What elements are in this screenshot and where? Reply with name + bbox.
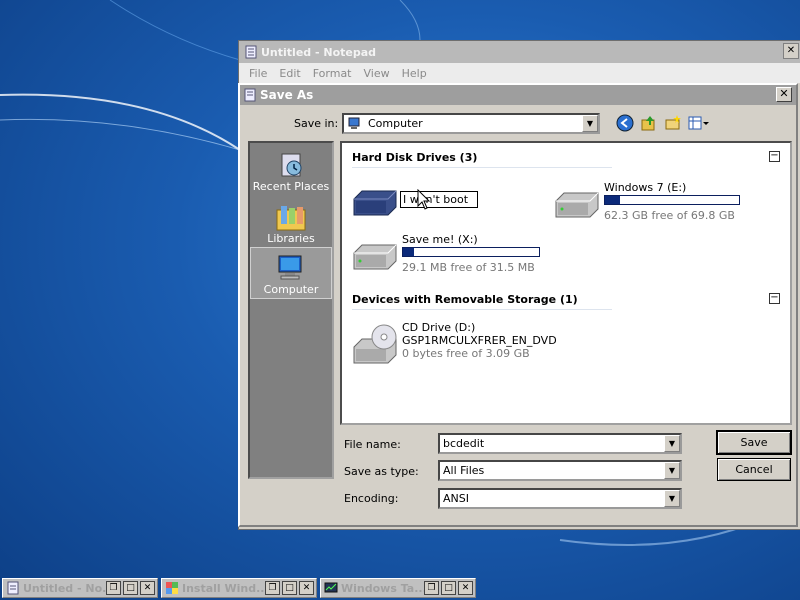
save-type-select[interactable]: All Files ▼: [438, 460, 682, 481]
drive-name: Windows 7 (E:): [604, 181, 687, 194]
hard-drive-icon: [353, 244, 397, 270]
menu-help[interactable]: Help: [396, 67, 433, 80]
drive-free-space: 0 bytes free of 3.09 GB: [402, 347, 530, 360]
chevron-down-icon[interactable]: ▼: [582, 115, 598, 132]
close-icon[interactable]: ✕: [140, 581, 155, 595]
close-icon[interactable]: ✕: [299, 581, 314, 595]
installer-icon: [166, 582, 178, 594]
notepad-icon: [245, 45, 257, 59]
chevron-down-icon[interactable]: ▼: [664, 435, 680, 452]
notepad-icon: [244, 88, 256, 102]
drive-name: Save me! (X:): [402, 233, 478, 246]
drive-free-space: 62.3 GB free of 69.8 GB: [604, 209, 735, 222]
menu-view[interactable]: View: [358, 67, 396, 80]
save-in-combo[interactable]: Computer ▼: [342, 113, 600, 134]
drive-item-windows7[interactable]: Windows 7 (E:) 62.3 GB free of 69.8 GB: [552, 179, 782, 223]
collapse-hdd-button[interactable]: −: [769, 151, 780, 162]
file-list-view[interactable]: Hard Disk Drives (3) − I won't boot Wind…: [340, 141, 792, 425]
taskbar-item-task-manager[interactable]: Windows Ta... ❐ □ ✕: [320, 578, 476, 598]
hard-drive-icon: [555, 192, 599, 218]
drive-item-renaming[interactable]: I won't boot: [350, 187, 550, 223]
save-in-label: Save in:: [294, 117, 339, 130]
notepad-titlebar[interactable]: Untitled - Notepad: [239, 41, 800, 63]
save-as-dialog: Save As ✕ Save in: Computer ▼ Recent Pla…: [238, 83, 798, 527]
save-button[interactable]: Save: [716, 430, 792, 455]
computer-small-icon: [348, 117, 360, 129]
cancel-button[interactable]: Cancel: [717, 458, 791, 481]
taskbar-label: Untitled - No...: [23, 581, 106, 595]
encoding-label: Encoding:: [344, 492, 399, 505]
recent-places-icon: [281, 153, 302, 177]
places-bar: Recent Places Libraries Computer: [248, 141, 334, 479]
disc-label: GSP1RMCULXFRER_EN_DVD: [402, 334, 557, 347]
maximize-icon[interactable]: □: [282, 581, 297, 595]
restore-icon[interactable]: ❐: [265, 581, 280, 595]
notepad-title: Untitled - Notepad: [261, 45, 377, 59]
drive-name: CD Drive (D:): [402, 321, 476, 334]
collapse-removable-button[interactable]: −: [769, 293, 780, 304]
restore-icon[interactable]: ❐: [424, 581, 439, 595]
new-folder-icon[interactable]: [664, 114, 682, 132]
dialog-titlebar[interactable]: Save As: [240, 85, 796, 105]
encoding-select[interactable]: ANSI ▼: [438, 488, 682, 509]
view-menu-icon[interactable]: [688, 114, 710, 132]
chevron-down-icon[interactable]: ▼: [664, 490, 680, 507]
drive-item-save-me[interactable]: Save me! (X:) 29.1 MB free of 31.5 MB: [350, 233, 580, 277]
maximize-icon[interactable]: □: [123, 581, 138, 595]
place-label: Computer: [263, 283, 319, 296]
place-label: Libraries: [267, 232, 315, 245]
file-name-field[interactable]: bcdedit ▼: [438, 433, 682, 454]
chevron-down-icon[interactable]: ▼: [664, 462, 680, 479]
task-manager-icon: [324, 582, 338, 593]
notepad-menubar: File Edit Format View Help: [239, 63, 800, 83]
taskbar-item-notepad[interactable]: Untitled - No... ❐ □ ✕: [2, 578, 158, 598]
dialog-toolbar: [616, 114, 710, 132]
menu-format[interactable]: Format: [307, 67, 358, 80]
notepad-close-button[interactable]: ✕: [783, 43, 799, 59]
cd-drive-icon: [353, 324, 397, 364]
group-divider: [352, 167, 612, 168]
drive-usage-bar: [402, 247, 540, 257]
save-type-value: All Files: [443, 464, 485, 477]
save-in-value: Computer: [368, 117, 423, 130]
drive-item-cd[interactable]: CD Drive (D:) GSP1RMCULXFRER_EN_DVD 0 by…: [350, 321, 580, 367]
back-icon[interactable]: [616, 114, 634, 132]
taskbar-item-installer[interactable]: Install Wind... ❐ □ ✕: [161, 578, 317, 598]
place-computer[interactable]: Computer: [250, 247, 332, 299]
close-icon[interactable]: ✕: [458, 581, 473, 595]
dialog-close-button[interactable]: ✕: [776, 87, 792, 102]
menu-file[interactable]: File: [243, 67, 273, 80]
maximize-icon[interactable]: □: [441, 581, 456, 595]
taskbar-label: Windows Ta...: [341, 581, 424, 595]
encoding-value: ANSI: [443, 492, 469, 505]
group-header-hdd[interactable]: Hard Disk Drives (3): [352, 151, 477, 164]
place-libraries[interactable]: Libraries: [250, 195, 332, 247]
place-recent-places[interactable]: Recent Places: [250, 143, 332, 195]
group-header-removable[interactable]: Devices with Removable Storage (1): [352, 293, 578, 306]
mouse-cursor-icon: [417, 189, 431, 210]
save-type-label: Save as type:: [344, 465, 419, 478]
file-name-label: File name:: [344, 438, 401, 451]
taskbar-label: Install Wind...: [182, 581, 265, 595]
restore-icon[interactable]: ❐: [106, 581, 121, 595]
drive-usage-bar: [604, 195, 740, 205]
group-divider: [352, 309, 612, 310]
menu-edit[interactable]: Edit: [273, 67, 306, 80]
up-folder-icon[interactable]: [640, 114, 658, 132]
rename-input[interactable]: I won't boot: [400, 191, 478, 208]
notepad-icon: [7, 581, 19, 595]
drive-free-space: 29.1 MB free of 31.5 MB: [402, 261, 535, 274]
libraries-icon: [276, 206, 306, 231]
hard-drive-icon: [353, 190, 397, 216]
dialog-title: Save As: [260, 88, 314, 102]
file-name-value[interactable]: bcdedit: [443, 437, 484, 450]
place-label: Recent Places: [252, 180, 330, 193]
computer-icon: [278, 255, 302, 280]
